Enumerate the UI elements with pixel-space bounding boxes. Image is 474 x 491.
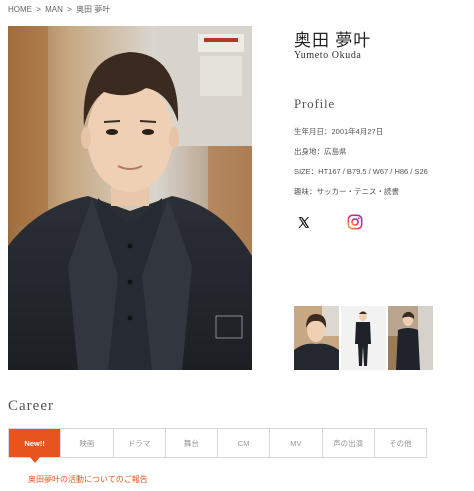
breadcrumb-separator: > <box>36 5 41 14</box>
breadcrumb-man-link[interactable]: MAN <box>45 5 63 14</box>
profile-hobby: 趣味：サッカー・テニス・読書 <box>294 187 399 196</box>
tab-stage[interactable]: 舞台 <box>164 429 217 457</box>
tab-drama[interactable]: ドラマ <box>112 429 165 457</box>
breadcrumb-separator: > <box>67 5 72 14</box>
tab-movie[interactable]: 映画 <box>60 429 112 457</box>
thumbnail-image <box>388 306 433 370</box>
profile-birthplace: 出身地：広島県 <box>294 147 347 156</box>
tab-new[interactable]: New!! <box>9 429 61 463</box>
profile-size: SIZE：HT167 / B79.5 / W67 / H86 / S26 <box>294 167 428 176</box>
profile-birthday: 生年月日：2001年4月27日 <box>294 127 384 136</box>
photo-thumbnail[interactable] <box>341 306 386 370</box>
photo-thumbnail[interactable] <box>294 306 339 370</box>
tab-other[interactable]: その他 <box>373 429 426 457</box>
profile-photo-image <box>8 26 252 370</box>
main-profile-photo <box>8 26 252 370</box>
tab-cm[interactable]: CM <box>217 429 269 457</box>
talent-name-english: Yumeto Okuda <box>294 50 362 61</box>
profile-heading: Profile <box>294 96 335 111</box>
breadcrumb-home-link[interactable]: HOME <box>8 5 32 14</box>
instagram-icon[interactable] <box>347 214 363 230</box>
tab-voice[interactable]: 声の出演 <box>321 429 374 457</box>
tab-mv[interactable]: MV <box>269 429 321 457</box>
career-category-tabs: New!! 映画 ドラマ 舞台 CM MV 声の出演 その他 <box>8 428 427 463</box>
news-item-link[interactable]: 奥田夢叶の活動についてのご報告 <box>28 474 148 485</box>
breadcrumb: HOME > MAN > 奥田 夢叶 <box>8 4 112 15</box>
thumbnail-image <box>294 306 339 370</box>
photo-thumbnail[interactable] <box>388 306 433 370</box>
thumbnail-image <box>341 306 386 370</box>
talent-name-japanese: 奥田 夢叶 <box>294 31 372 50</box>
breadcrumb-current: 奥田 夢叶 <box>76 5 111 14</box>
x-logo-icon[interactable] <box>295 214 311 230</box>
career-heading: Career <box>8 398 54 414</box>
